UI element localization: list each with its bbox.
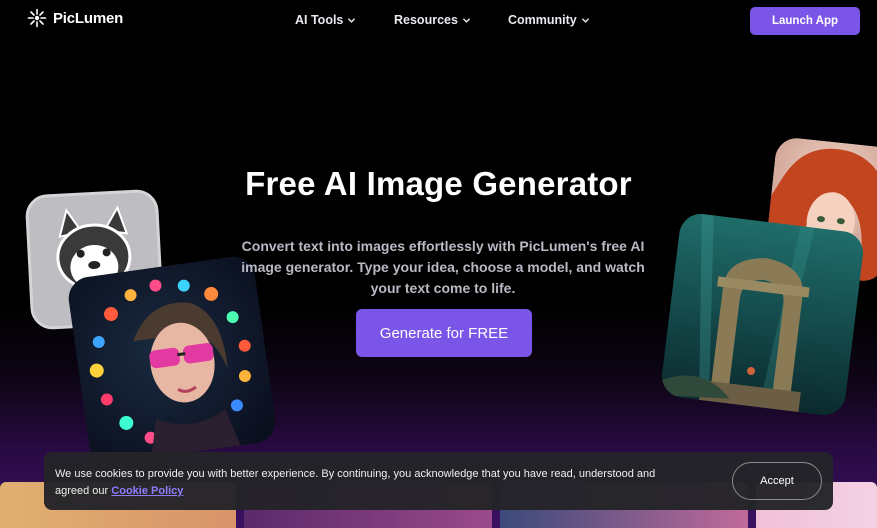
accept-cookies-button[interactable]: Accept: [732, 462, 822, 500]
nav-item-label: Community: [508, 13, 577, 27]
nav-resources[interactable]: Resources: [394, 13, 471, 27]
hero-subtitle: Convert text into images effortlessly wi…: [241, 238, 645, 296]
generate-for-free-button[interactable]: Generate for FREE: [356, 309, 532, 357]
underwater-ruins-image: [659, 211, 866, 418]
brand-name: PicLumen: [53, 9, 124, 27]
top-navigation: PicLumen AI Tools Resources Community La…: [0, 0, 877, 42]
nav-community[interactable]: Community: [508, 13, 590, 27]
nav-ai-tools[interactable]: AI Tools: [295, 13, 356, 27]
chevron-down-icon: [348, 17, 356, 23]
nav-item-label: AI Tools: [295, 13, 344, 27]
chevron-down-icon: [581, 17, 589, 23]
sparkle-logo-icon: [27, 8, 47, 28]
cookie-message: We use cookies to provide you with bette…: [55, 466, 675, 500]
brand-logo[interactable]: PicLumen: [27, 8, 123, 28]
hero-title: Free AI Image Generator: [245, 165, 632, 202]
nav-item-label: Resources: [394, 13, 458, 27]
chevron-down-icon: [463, 17, 470, 23]
launch-app-button[interactable]: Launch App: [750, 7, 860, 35]
cookie-policy-link[interactable]: Cookie Policy: [111, 485, 183, 497]
cookie-banner: We use cookies to provide you with bette…: [44, 452, 833, 510]
